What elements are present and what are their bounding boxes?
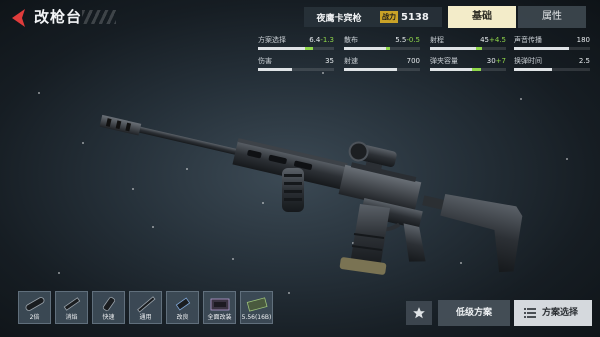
stat-value: 45+4.5 <box>480 36 506 44</box>
attachment-slot-grip[interactable]: 快速 <box>92 291 125 324</box>
weapon-name: 夜鹰卡宾枪 <box>316 13 362 24</box>
stat-item: 方案选择 6.4-1.3 <box>258 36 334 52</box>
attachment-label: 通用 <box>139 314 152 321</box>
star-icon <box>413 307 425 319</box>
stat-label: 方案选择 <box>258 36 286 44</box>
page-title: 改枪台 <box>34 8 83 26</box>
power-value: 5138 <box>401 11 429 23</box>
stat-bar <box>514 68 590 71</box>
stat-bar <box>258 68 334 71</box>
stat-item: 伤害 35 <box>258 57 334 73</box>
back-arrow-icon[interactable] <box>8 7 30 29</box>
stat-label: 散布 <box>344 36 358 44</box>
attachment-slot-flash-hider[interactable]: 消焰 <box>55 291 88 324</box>
attachment-label: 5.56(16B) <box>241 314 272 321</box>
stat-bar <box>514 47 590 50</box>
stat-item: 声音传播 180 <box>514 36 590 52</box>
stat-item: 射程 45+4.5 <box>430 36 506 52</box>
grip-icon <box>102 296 116 312</box>
attachment-slot-scope[interactable]: 2倍 <box>18 291 51 324</box>
attachment-label: 快速 <box>102 314 115 321</box>
attachment-label: 2倍 <box>29 314 40 321</box>
attachment-label: 改良 <box>176 314 189 321</box>
stat-value: 2.5 <box>578 57 590 65</box>
weapon-info-bar: 夜鹰卡宾枪 战力 5138 <box>304 7 442 27</box>
attachment-slot-muzzle[interactable]: 改良 <box>166 291 199 324</box>
attachment-slots: 2倍 消焰 快速 通用 改良 全面改装 5.56(16B) <box>18 291 273 324</box>
attachment-slot-barrel[interactable]: 通用 <box>129 291 162 324</box>
stat-label: 声音传播 <box>514 36 542 44</box>
low-plan-button[interactable]: 低级方案 <box>438 300 510 326</box>
stat-label: 换弹时间 <box>514 57 542 65</box>
stat-label: 射程 <box>430 36 444 44</box>
ammo-icon <box>246 297 268 312</box>
stat-value: 35 <box>325 57 334 65</box>
stat-item: 散布 5.5-0.5 <box>344 36 420 52</box>
scope-icon <box>25 297 45 311</box>
stat-item: 换弹时间 2.5 <box>514 57 590 73</box>
list-icon <box>524 308 536 318</box>
attachment-slot-ammo[interactable]: 5.56(16B) <box>240 291 273 324</box>
stat-label: 射速 <box>344 57 358 65</box>
stat-bar <box>344 47 420 50</box>
stat-value: 700 <box>406 57 420 65</box>
tab-basic[interactable]: 基础 <box>448 6 516 28</box>
power-label: 战力 <box>380 11 398 23</box>
stat-label: 弹夹容量 <box>430 57 458 65</box>
plan-select-label: 方案选择 <box>541 308 578 318</box>
stat-value: 30+7 <box>486 57 506 65</box>
favorite-button[interactable] <box>406 301 432 325</box>
stat-item: 射速 700 <box>344 57 420 73</box>
stat-bar <box>344 68 420 71</box>
flash-hider-icon <box>63 297 81 311</box>
attachment-label: 全面改装 <box>207 314 232 321</box>
stat-bar <box>258 47 334 50</box>
stat-label: 伤害 <box>258 57 272 65</box>
title-decoration <box>82 10 116 24</box>
weapon-model[interactable] <box>88 108 548 288</box>
attachment-slot-kit[interactable]: 全面改装 <box>203 291 236 324</box>
stat-value: 6.4-1.3 <box>309 36 334 44</box>
barrel-icon <box>137 296 156 313</box>
stat-bar <box>430 47 506 50</box>
muzzle-icon <box>175 297 191 311</box>
tab-attributes[interactable]: 属性 <box>518 6 586 28</box>
stat-bar <box>430 68 506 71</box>
stat-item: 弹夹容量 30+7 <box>430 57 506 73</box>
attachment-label: 消焰 <box>65 314 78 321</box>
plan-select-button[interactable]: 方案选择 <box>514 300 592 326</box>
stat-value: 5.5-0.5 <box>395 36 420 44</box>
stat-value: 180 <box>576 36 590 44</box>
kit-icon <box>210 298 230 311</box>
